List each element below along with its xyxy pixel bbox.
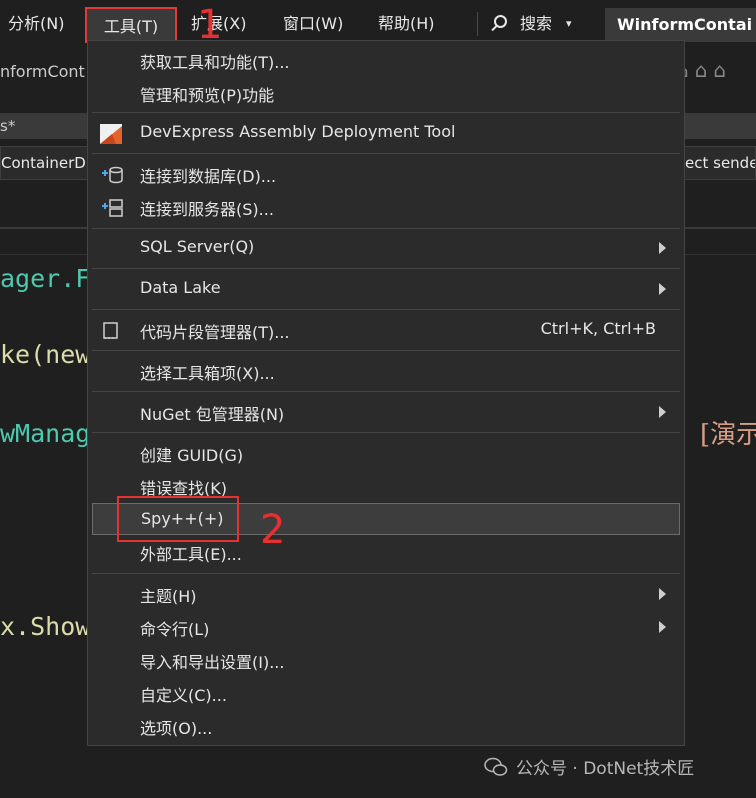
menu-separator	[92, 573, 680, 574]
menu-item-label: Data Lake	[140, 278, 221, 297]
menu-item-label: 主题(H)	[140, 587, 197, 606]
menu-item-import-export[interactable]: 导入和导出设置(I)...	[92, 644, 680, 676]
code-line: ke(new	[0, 340, 91, 369]
menu-item-manage-preview[interactable]: 管理和预览(P)功能	[92, 77, 680, 109]
member-navigation-dropdown[interactable]: ect sende	[684, 146, 756, 180]
menu-item-label: 选项(O)...	[140, 719, 213, 738]
menu-item-options[interactable]: 选项(O)...	[92, 710, 680, 742]
menu-item-connect-database[interactable]: 连接到数据库(D)...	[92, 158, 680, 190]
menu-item-label: NuGet 包管理器(N)	[140, 405, 285, 424]
submenu-arrow-icon	[659, 406, 666, 418]
menu-item-label: 创建 GUID(G)	[140, 446, 244, 465]
submenu-arrow-icon	[659, 242, 666, 254]
annotation-highlight-box	[117, 496, 239, 542]
menu-item-get-tools[interactable]: 获取工具和功能(T)...	[92, 44, 680, 76]
menu-item-command-line[interactable]: 命令行(L)	[92, 611, 680, 643]
menu-item-connect-server[interactable]: 连接到服务器(S)...	[92, 191, 680, 223]
connect-server-icon	[100, 198, 123, 217]
editor-tab[interactable]: s*	[0, 113, 88, 139]
menu-item-data-lake[interactable]: Data Lake	[92, 273, 680, 305]
menu-item-shortcut: Ctrl+K, Ctrl+B	[540, 319, 656, 338]
code-comment: [演示	[700, 420, 756, 450]
watermark-text: 公众号 · DotNet技术匠	[484, 754, 694, 779]
menu-item-label: 导入和导出设置(I)...	[140, 653, 285, 672]
menu-item-label: SQL Server(Q)	[140, 237, 255, 256]
menu-item-theme[interactable]: 主题(H)	[92, 578, 680, 610]
menu-item-label: 选择工具箱项(X)...	[140, 364, 275, 383]
menu-item-label: 获取工具和功能(T)...	[140, 53, 290, 72]
menu-item-label: 连接到数据库(D)...	[140, 167, 277, 186]
menu-item-label: 外部工具(E)...	[140, 545, 242, 564]
type-navigation-dropdown[interactable]: ContainerD	[0, 146, 88, 180]
submenu-arrow-icon	[659, 283, 666, 295]
annotation-step-2: 2	[260, 507, 286, 553]
menu-item-code-snippets[interactable]: 代码片段管理器(T)... Ctrl+K, Ctrl+B	[92, 314, 680, 346]
menu-separator	[92, 391, 680, 392]
submenu-arrow-icon	[659, 621, 666, 633]
connect-database-icon	[100, 165, 123, 184]
menu-separator	[92, 432, 680, 433]
document-title: nformCont	[0, 62, 85, 81]
menu-separator	[92, 112, 680, 113]
solution-title[interactable]: WinformContai	[605, 8, 756, 42]
menu-separator	[92, 268, 680, 269]
menu-item-nuget[interactable]: NuGet 包管理器(N)	[92, 396, 680, 428]
menu-item-customize[interactable]: 自定义(C)...	[92, 677, 680, 709]
menu-item-choose-toolbox[interactable]: 选择工具箱项(X)...	[92, 355, 680, 387]
menu-item-label: 命令行(L)	[140, 620, 210, 639]
menu-item-sql-server[interactable]: SQL Server(Q)	[92, 232, 680, 264]
menu-separator	[92, 153, 680, 154]
menu-item-label: 管理和预览(P)功能	[140, 86, 275, 105]
chevron-down-icon[interactable]: ▾	[566, 11, 572, 37]
code-line: wManag	[0, 419, 91, 448]
search-icon[interactable]	[494, 15, 507, 28]
menu-separator	[92, 350, 680, 351]
submenu-arrow-icon	[659, 588, 666, 600]
devexpress-icon	[100, 124, 122, 144]
menu-item-label: 自定义(C)...	[140, 686, 227, 705]
menu-separator	[92, 309, 680, 310]
code-snippet-icon	[100, 321, 120, 339]
menu-separator	[92, 228, 680, 229]
watermark-label: 公众号 · DotNet技术匠	[516, 759, 695, 779]
menu-analyze[interactable]: 分析(N)	[8, 11, 64, 37]
menu-item-create-guid[interactable]: 创建 GUID(G)	[92, 437, 680, 469]
menu-item-devexpress[interactable]: DevExpress Assembly Deployment Tool	[92, 117, 680, 149]
menu-item-label: 连接到服务器(S)...	[140, 200, 274, 219]
menu-separator	[477, 12, 478, 36]
search-button[interactable]: 搜索	[520, 11, 552, 37]
menu-item-label: 代码片段管理器(T)...	[140, 323, 290, 342]
menu-window[interactable]: 窗口(W)	[283, 11, 343, 37]
menu-help[interactable]: 帮助(H)	[378, 11, 435, 37]
editor-tab-strip	[684, 113, 756, 139]
menu-tools[interactable]: 工具(T)	[85, 7, 177, 43]
tools-dropdown-menu: 获取工具和功能(T)... 管理和预览(P)功能 DevExpress Asse…	[87, 40, 685, 746]
code-line: x.Show	[0, 612, 91, 641]
menu-item-label: DevExpress Assembly Deployment Tool	[140, 122, 456, 141]
